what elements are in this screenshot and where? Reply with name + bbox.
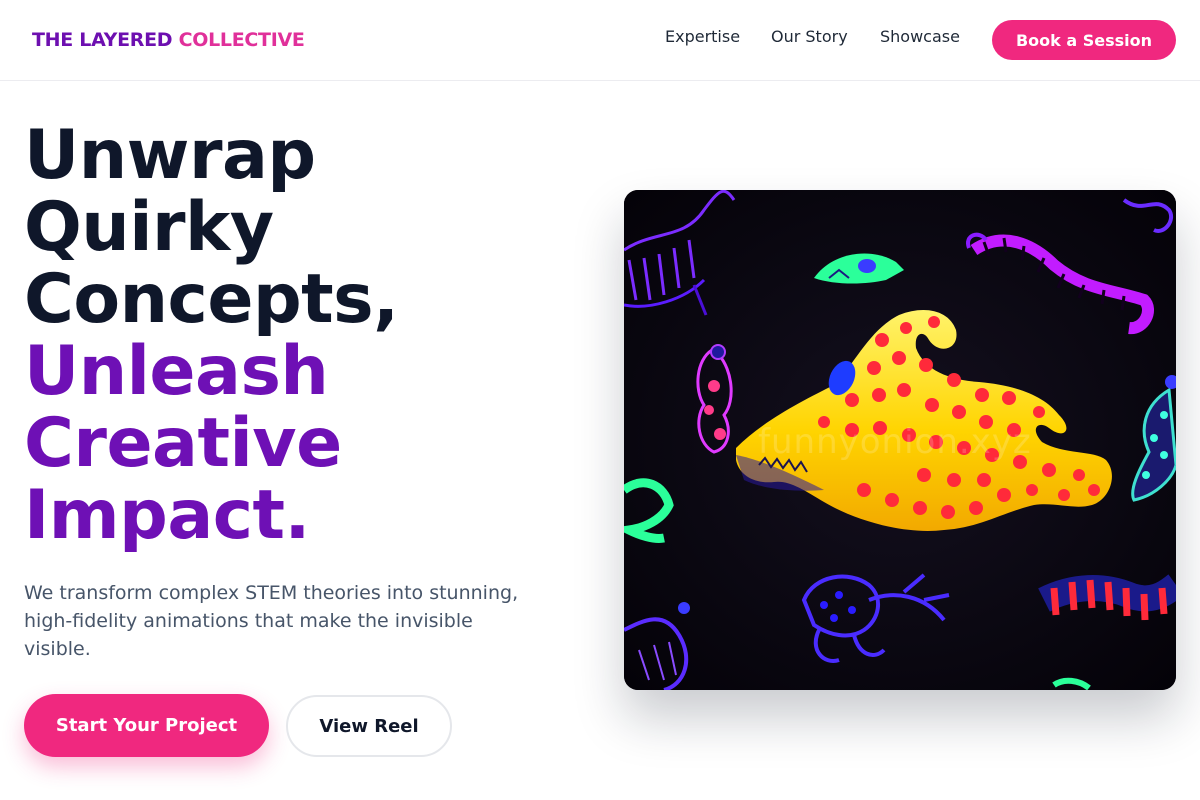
headline-line: Concepts,: [24, 260, 399, 339]
nav-link-our-story[interactable]: Our Story: [771, 27, 848, 46]
nav-link-expertise[interactable]: Expertise: [665, 27, 740, 46]
brand-logo[interactable]: THE LAYERED COLLECTIVE: [32, 29, 305, 51]
view-reel-button[interactable]: View Reel: [286, 695, 452, 757]
nav-link-showcase[interactable]: Showcase: [880, 27, 960, 46]
logo-text-primary: THE LAYERED: [32, 29, 173, 51]
top-navigation-bar: THE LAYERED COLLECTIVE Expertise Our Sto…: [0, 0, 1200, 81]
headline-accent-line: Creative: [24, 404, 342, 483]
hero-description: We transform complex STEM theories into …: [24, 582, 519, 660]
hero-image: funnyonion.xyz: [624, 190, 1176, 690]
headline-line: Unwrap: [24, 116, 316, 195]
logo-text-accent: COLLECTIVE: [178, 29, 305, 51]
headline-accent-line: Impact.: [24, 476, 310, 555]
hero-headline: Unwrap Quirky Concepts, Unleash Creative…: [24, 120, 584, 552]
start-project-button[interactable]: Start Your Project: [24, 694, 269, 757]
image-watermark: funnyonion.xyz: [758, 422, 1032, 462]
book-session-button[interactable]: Book a Session: [992, 20, 1176, 60]
headline-accent-line: Unleash: [24, 332, 329, 411]
headline-line: Quirky: [24, 188, 274, 267]
